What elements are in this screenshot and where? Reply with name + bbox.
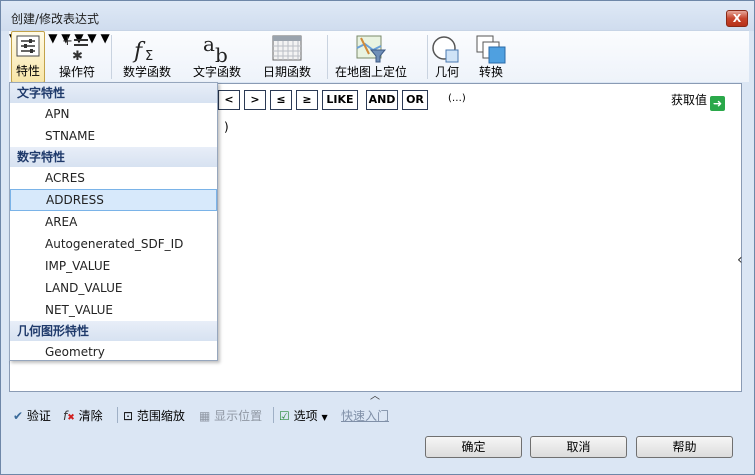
parentheses-button[interactable]: (…) — [448, 93, 466, 104]
property-item-stname[interactable]: STNAME — [10, 125, 217, 147]
geometry-label: 几何 — [434, 65, 459, 79]
validate-button[interactable]: ✔ 验证 — [13, 407, 51, 424]
operator-label: 操作符 — [58, 65, 95, 79]
property-item-area[interactable]: AREA — [10, 211, 217, 233]
separator — [111, 35, 112, 79]
check-icon: ✔ — [13, 409, 24, 423]
locate-on-map-label: 在地图上定位 — [334, 65, 407, 79]
svg-text:f: f — [132, 39, 146, 64]
options-label: 选项 — [293, 409, 318, 423]
svg-text:✱: ✱ — [72, 49, 83, 62]
operator-icon: + ✱ — [60, 34, 94, 65]
like-button[interactable]: LIKE — [322, 90, 358, 110]
svg-text:+: + — [62, 34, 73, 49]
zoom-extent-button[interactable]: ⊡ 范围缩放 — [123, 407, 185, 424]
property-item-address[interactable]: ADDRESS — [10, 189, 217, 211]
arrow-right-icon: ➜ — [710, 96, 725, 111]
and-button[interactable]: AND — [366, 90, 398, 110]
clear-label: 清除 — [78, 409, 103, 423]
convert-label: 转换 — [478, 65, 503, 79]
date-function-label: 日期函数 — [262, 65, 311, 79]
options-button[interactable]: ☑ 选项 ▼ — [279, 407, 328, 424]
text-properties-header: 文字特性 — [10, 83, 217, 103]
svg-text:a: a — [203, 34, 215, 56]
geometry-properties-header: 几何图形特性 — [10, 321, 217, 341]
svg-text:b: b — [215, 43, 228, 64]
show-position-label: 显示位置 — [214, 409, 263, 423]
separator — [117, 407, 118, 423]
title-bar: 创建/修改表达式 X — [1, 1, 754, 31]
get-value-button[interactable]: 获取值 ➜ — [671, 91, 725, 111]
property-dropdown-menu: 文字特性 APN STNAME 数字特性 ACRES ADDRESS AREA … — [9, 82, 218, 361]
collapse-up-icon[interactable]: ︿ — [370, 387, 380, 402]
show-position-button[interactable]: ▦ 显示位置 — [199, 407, 262, 424]
calendar-icon — [272, 34, 302, 65]
less-than-button[interactable]: < — [218, 90, 240, 110]
property-item-imp-value[interactable]: IMP_VALUE — [10, 255, 217, 277]
separator — [427, 35, 428, 79]
geometry-button[interactable]: 几何 — [429, 31, 465, 83]
ok-button[interactable]: 确定 — [425, 436, 522, 458]
help-button[interactable]: 帮助 — [636, 436, 733, 458]
checkbox-icon: ☑ — [279, 409, 290, 423]
validate-label: 验证 — [26, 409, 51, 423]
less-equal-button[interactable]: ≤ — [270, 90, 292, 110]
locate-on-map-button[interactable]: 在地图上定位 — [331, 31, 411, 83]
math-function-button[interactable]: f Σ 数学函数 — [117, 31, 177, 83]
greater-equal-button[interactable]: ≥ — [296, 90, 318, 110]
collapse-left-icon[interactable]: ‹ — [737, 252, 743, 268]
property-item-sdf-id[interactable]: Autogenerated_SDF_ID — [10, 233, 217, 255]
quick-start-link[interactable]: 快速入门 — [341, 407, 389, 424]
convert-button[interactable]: 转换 — [473, 31, 509, 83]
dialog-title: 创建/修改表达式 — [11, 12, 100, 26]
expression-text[interactable]: ) — [224, 120, 229, 134]
numeric-properties-header: 数字特性 — [10, 147, 217, 167]
zoom-extent-label: 范围缩放 — [136, 409, 185, 423]
separator — [327, 35, 328, 79]
close-button[interactable]: X — [726, 10, 748, 27]
property-item-apn[interactable]: APN — [10, 103, 217, 125]
options-dropdown-arrow: ▼ — [321, 413, 328, 422]
status-bar: ✔ 验证 f✖ 清除 ⊡ 范围缩放 ▦ 显示位置 ☑ 选项 ▼ 快速入门 — [9, 405, 749, 425]
date-function-button[interactable]: 日期函数 — [257, 31, 317, 83]
greater-than-button[interactable]: > — [244, 90, 266, 110]
property-item-land-value[interactable]: LAND_VALUE — [10, 277, 217, 299]
expression-dialog: 创建/修改表达式 X 特性 ▼ + — [0, 0, 755, 475]
separator — [273, 407, 274, 423]
property-item-acres[interactable]: ACRES — [10, 167, 217, 189]
clear-icon: f✖ — [63, 409, 75, 423]
toolbar: 特性 ▼ + ✱ 操作符 ▼ f Σ — [9, 30, 749, 83]
property-item-geometry[interactable]: Geometry — [10, 341, 217, 363]
or-button[interactable]: OR — [402, 90, 428, 110]
cancel-button[interactable]: 取消 — [530, 436, 627, 458]
property-list-icon — [16, 35, 40, 60]
convert-dropdown-arrow[interactable]: ▼ — [100, 31, 109, 45]
svg-text:Σ: Σ — [145, 49, 153, 64]
property-item-net-value[interactable]: NET_VALUE — [10, 299, 217, 321]
position-icon: ▦ — [199, 409, 211, 423]
text-function-label: 文字函数 — [192, 65, 241, 79]
property-button[interactable]: 特性 — [11, 31, 45, 83]
clear-button[interactable]: f✖ 清除 — [63, 407, 103, 424]
get-value-label: 获取值 — [670, 93, 707, 107]
property-label: 特性 — [15, 64, 40, 78]
text-function-button[interactable]: a b 文字函数 — [187, 31, 247, 83]
math-function-label: 数学函数 — [122, 65, 171, 79]
zoom-icon: ⊡ — [123, 409, 134, 423]
operator-button[interactable]: + ✱ 操作符 — [55, 31, 99, 83]
